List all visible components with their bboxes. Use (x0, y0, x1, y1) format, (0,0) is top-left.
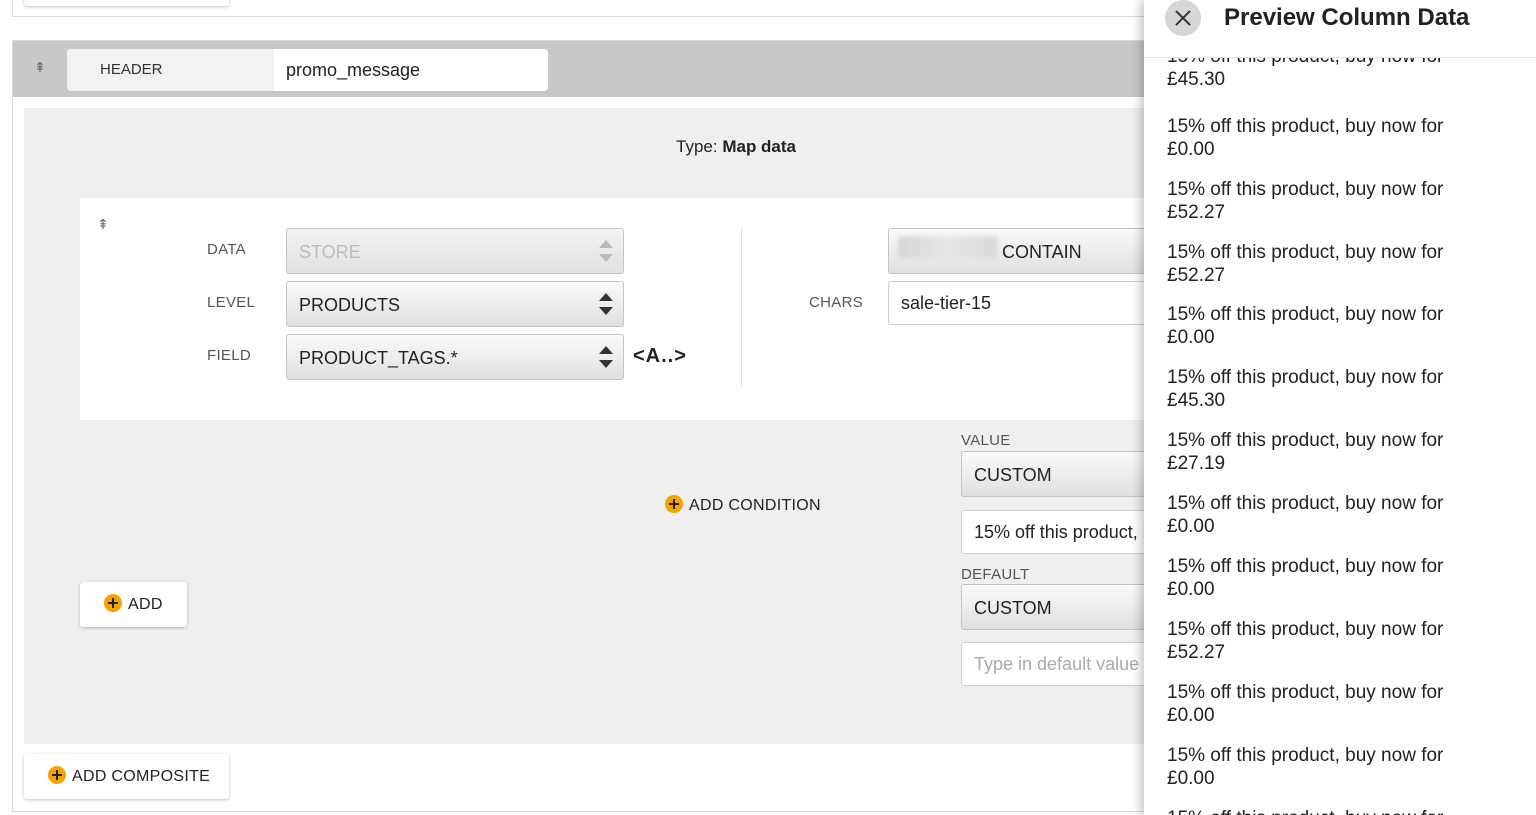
chars-input[interactable]: sale-tier-15 (888, 281, 1150, 325)
list-item: 15% off this product, buy now for £0.00 (1167, 556, 1444, 600)
header-bar: ⇞ HEADER promo_message (13, 41, 1151, 97)
list-item: 15% off this product, buy now for £0.00 (1167, 682, 1444, 726)
list-item: 15% off this product, buy now for £52.27 (1167, 619, 1444, 663)
list-item: 15% off this product, buy now for £52.27 (1167, 242, 1444, 286)
redacted-operator-prefix (898, 236, 998, 258)
list-item: 15% off this product, buy now for£45.30 (1167, 367, 1444, 411)
drag-handle-icon[interactable]: ⇞ (33, 60, 47, 74)
list-item: 15% off this product, buy now for £27.19 (1167, 430, 1444, 474)
level-select[interactable]: PRODUCTS (286, 281, 624, 327)
field-select[interactable]: PRODUCT_TAGS.* (286, 334, 624, 380)
chars-label: CHARS (809, 294, 864, 311)
plus-circle-icon (665, 495, 683, 513)
data-select[interactable]: STORE (286, 228, 624, 274)
preview-panel-header: Preview Column Data (1144, 0, 1536, 58)
list-item: 15% off this product, buy now for £0.00 (1167, 116, 1444, 160)
type-prefix: Type: (676, 137, 718, 156)
condition-drag-handle-icon[interactable]: ⇞ (96, 217, 110, 231)
add-condition-label: ADD CONDITION (689, 497, 821, 514)
close-icon[interactable] (1165, 0, 1201, 36)
add-button[interactable]: ADD (80, 582, 187, 627)
list-item: 15% off this product, buy now for £0.00 (1167, 304, 1444, 348)
plus-circle-icon (104, 594, 122, 612)
add-label: ADD (128, 596, 163, 613)
select-arrows-icon (599, 293, 613, 315)
type-indicator: Type: Map data (676, 137, 796, 157)
operator-select-value: CONTAIN (1002, 242, 1082, 262)
data-select-value: STORE (299, 242, 361, 262)
value-text-input[interactable]: 15% off this product, buy now for (961, 510, 1151, 554)
preview-column-panel: 15% off this product, buy now for£45.30 … (1144, 0, 1536, 815)
default-type-select-value: CUSTOM (974, 598, 1052, 618)
list-item: 15% off this product, buy now for £0.00 (1167, 745, 1444, 789)
field-token-button[interactable]: <A..> (633, 345, 687, 368)
default-label: DEFAULT (961, 566, 1030, 583)
select-arrows-icon (599, 346, 613, 368)
add-composite-button[interactable]: ADD COMPOSITE (24, 754, 229, 799)
list-item: 15% off this product, buy now for £0.00 (1167, 493, 1444, 537)
previous-card-button[interactable] (24, 0, 229, 6)
value-type-select-value: CUSTOM (974, 465, 1052, 485)
header-label: HEADER (67, 49, 275, 91)
list-item: 15% off this product, buy now for (1167, 807, 1487, 815)
level-select-value: PRODUCTS (299, 295, 401, 315)
value-label: VALUE (961, 432, 1011, 449)
panel-title: Preview Column Data (1224, 4, 1470, 31)
field-select-value: PRODUCT_TAGS.* (299, 348, 458, 368)
list-item: 15% off this product, buy now for £52.27 (1167, 179, 1444, 223)
plus-circle-icon (48, 766, 66, 784)
condition-divider (741, 228, 742, 386)
add-condition-button[interactable]: ADD CONDITION (665, 495, 821, 515)
add-composite-label: ADD COMPOSITE (72, 768, 211, 785)
header-name-input[interactable]: promo_message (274, 49, 548, 91)
default-type-select[interactable]: CUSTOM (961, 584, 1151, 630)
type-value: Map data (722, 137, 797, 156)
level-label: LEVEL (207, 294, 256, 311)
data-label: DATA (207, 241, 246, 258)
default-value-input[interactable]: Type in default value (961, 642, 1151, 686)
select-arrows-icon (599, 240, 613, 262)
field-label: FIELD (207, 347, 252, 364)
value-type-select[interactable]: CUSTOM (961, 451, 1151, 497)
